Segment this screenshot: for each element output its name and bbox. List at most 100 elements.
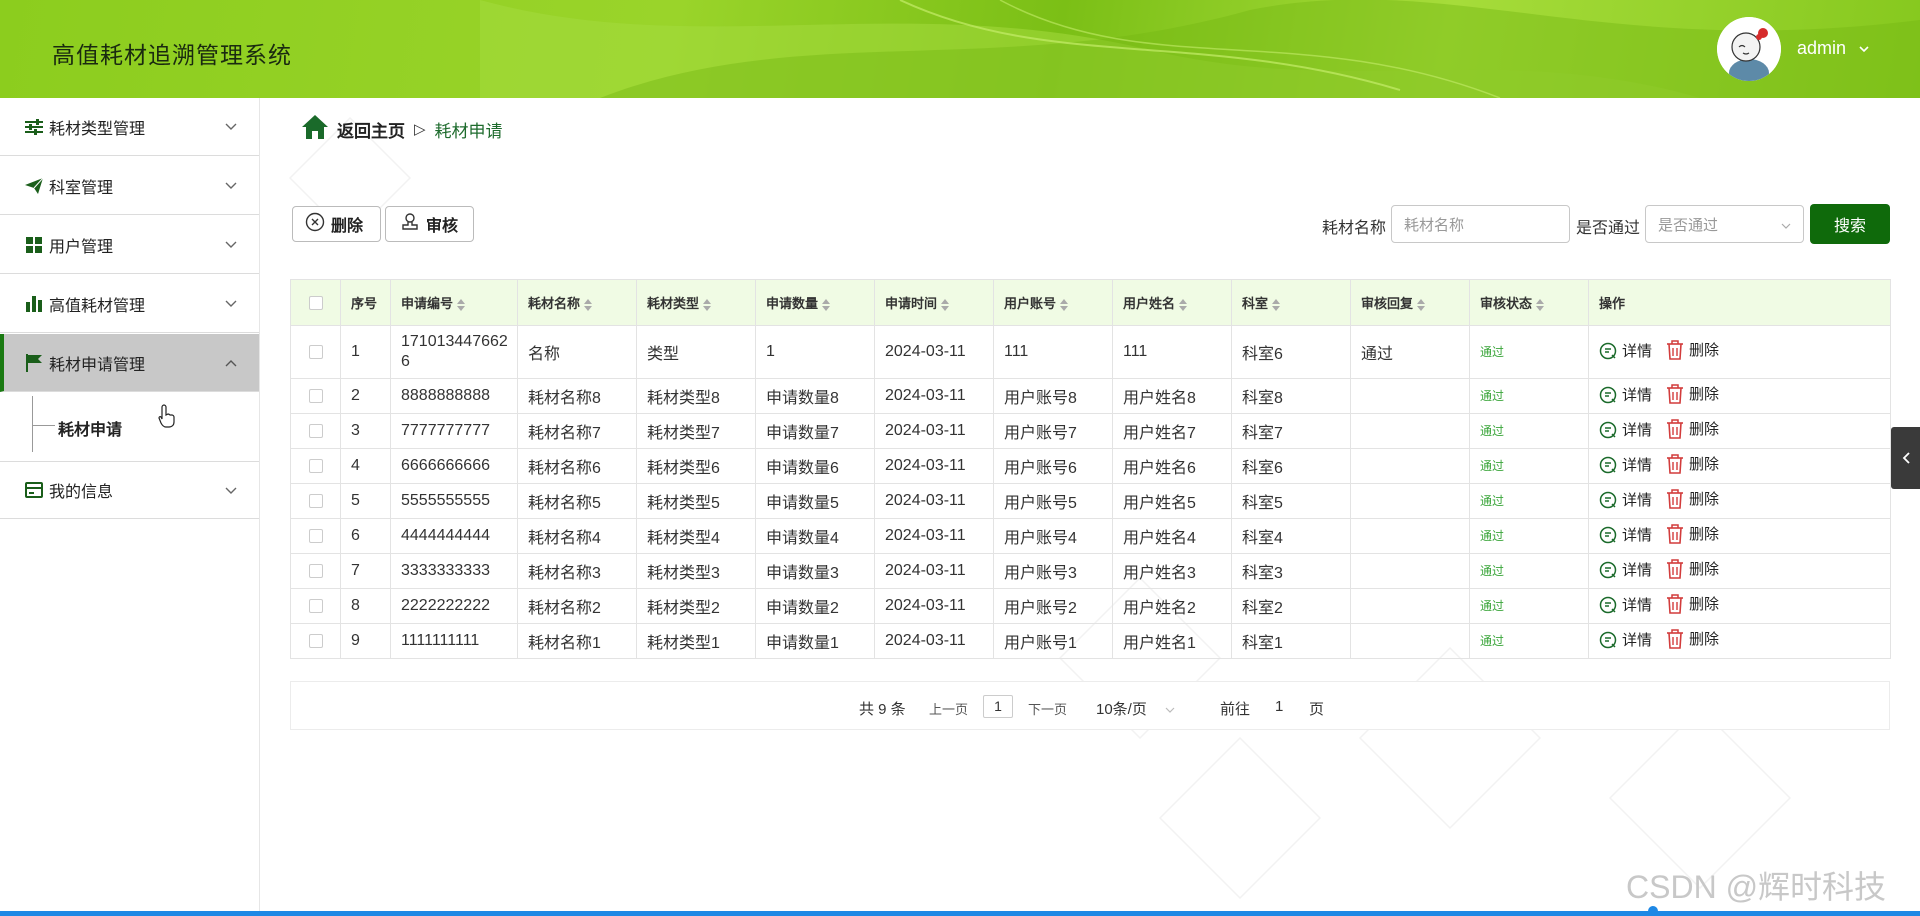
column-header-sortable[interactable]: 审核回复 bbox=[1350, 279, 1470, 326]
sort-icon[interactable] bbox=[822, 298, 831, 311]
prev-page-button[interactable]: 上一页 bbox=[929, 699, 968, 718]
row-checkbox[interactable] bbox=[290, 483, 341, 519]
table-cell: 科室4 bbox=[1231, 518, 1351, 554]
chevron-down-icon bbox=[225, 177, 237, 195]
sort-icon[interactable] bbox=[703, 298, 712, 311]
page-number-1[interactable]: 1 bbox=[983, 695, 1013, 718]
table-cell: 申请数量5 bbox=[766, 495, 839, 512]
sidebar-item-material-type[interactable]: 耗材类型管理 bbox=[0, 98, 259, 156]
button-label: 审核 bbox=[426, 218, 459, 235]
column-title: 申请编号 bbox=[401, 296, 454, 311]
row-delete-button[interactable]: 删除 bbox=[1666, 593, 1719, 614]
row-checkbox[interactable] bbox=[290, 623, 341, 659]
detail-button[interactable]: 详情 bbox=[1599, 454, 1652, 475]
row-checkbox[interactable] bbox=[290, 518, 341, 554]
row-delete-button[interactable]: 删除 bbox=[1666, 453, 1719, 474]
column-header-sortable[interactable]: 申请时间 bbox=[874, 279, 994, 326]
pass-filter-select[interactable]: 是否通过 bbox=[1645, 205, 1804, 243]
detail-button[interactable]: 详情 bbox=[1599, 559, 1652, 580]
goto-page-input[interactable]: 1 bbox=[1275, 698, 1283, 715]
detail-button[interactable]: 详情 bbox=[1599, 629, 1652, 650]
sort-icon[interactable] bbox=[584, 298, 593, 311]
table-cell bbox=[1350, 588, 1470, 624]
row-delete-button[interactable]: 删除 bbox=[1666, 558, 1719, 579]
sidebar-item-label: 耗材申请管理 bbox=[49, 356, 146, 374]
column-header-sortable[interactable]: 用户账号 bbox=[993, 279, 1113, 326]
scrollbar-thumb[interactable] bbox=[1648, 906, 1658, 916]
row-checkbox[interactable] bbox=[290, 553, 341, 589]
column-title: 用户账号 bbox=[1004, 296, 1057, 311]
sidebar-item-department[interactable]: 科室管理 bbox=[0, 157, 259, 215]
column-header-sortable[interactable]: 审核状态 bbox=[1469, 279, 1589, 326]
chevron-down-icon[interactable] bbox=[1165, 700, 1175, 717]
column-header-sortable[interactable]: 申请编号 bbox=[390, 279, 518, 326]
sidebar-item-application[interactable]: 耗材申请管理 bbox=[0, 334, 259, 392]
chevron-down-icon[interactable] bbox=[1859, 40, 1869, 56]
column-header-sortable[interactable]: 用户姓名 bbox=[1112, 279, 1232, 326]
table-cell: 科室1 bbox=[1231, 623, 1351, 659]
row-delete-button[interactable]: 删除 bbox=[1666, 628, 1719, 649]
row-delete-button[interactable]: 删除 bbox=[1666, 488, 1719, 509]
page-size-select[interactable]: 10条/页 bbox=[1096, 698, 1147, 719]
collapse-side-panel-button[interactable] bbox=[1891, 427, 1920, 489]
close-circle-icon bbox=[305, 212, 325, 237]
column-header-sortable[interactable]: 申请数量 bbox=[755, 279, 875, 326]
table-cell: 111 bbox=[993, 325, 1113, 379]
sort-icon[interactable] bbox=[1060, 298, 1069, 311]
table-cell: 6666666666 bbox=[390, 448, 518, 484]
sort-icon[interactable] bbox=[941, 298, 950, 311]
select-all-checkbox[interactable] bbox=[290, 279, 341, 326]
sort-icon[interactable] bbox=[1272, 298, 1281, 311]
row-checkbox[interactable] bbox=[290, 378, 341, 414]
sort-icon[interactable] bbox=[1179, 298, 1188, 311]
table-cell: 5 bbox=[351, 492, 360, 509]
table-cell: 名称 bbox=[517, 325, 637, 379]
row-actions: 详情 删除 bbox=[1588, 483, 1891, 519]
delete-label: 删除 bbox=[1689, 526, 1720, 544]
row-delete-button[interactable]: 删除 bbox=[1666, 339, 1719, 360]
column-header-sortable[interactable]: 耗材名称 bbox=[517, 279, 637, 326]
sidebar-item-high-value-material[interactable]: 高值耗材管理 bbox=[0, 275, 259, 333]
table-cell: 用户姓名1 bbox=[1112, 623, 1232, 659]
bottom-scrollbar[interactable] bbox=[0, 911, 1920, 916]
table-cell: 用户姓名5 bbox=[1112, 483, 1232, 519]
detail-button[interactable]: 详情 bbox=[1599, 489, 1652, 510]
detail-button[interactable]: 详情 bbox=[1599, 419, 1652, 440]
table-cell: 2024-03-11 bbox=[874, 518, 994, 554]
material-name-input[interactable]: 耗材名称 bbox=[1391, 205, 1570, 243]
delete-label: 删除 bbox=[1689, 491, 1720, 509]
row-delete-button[interactable]: 删除 bbox=[1666, 523, 1719, 544]
user-avatar[interactable] bbox=[1717, 17, 1781, 81]
table-cell: 5 bbox=[340, 483, 391, 519]
home-icon[interactable] bbox=[301, 114, 329, 145]
detail-button[interactable]: 详情 bbox=[1599, 594, 1652, 615]
batch-delete-button[interactable]: 删除 bbox=[292, 206, 381, 242]
sort-icon[interactable] bbox=[1536, 298, 1545, 311]
detail-button[interactable]: 详情 bbox=[1599, 340, 1652, 361]
search-detail-icon bbox=[1599, 342, 1617, 359]
sidebar-subitem-application[interactable]: 耗材申请 bbox=[58, 416, 122, 440]
sort-icon[interactable] bbox=[457, 298, 466, 311]
search-button[interactable]: 搜索 bbox=[1810, 204, 1890, 244]
detail-button[interactable]: 详情 bbox=[1599, 524, 1652, 545]
sidebar-item-my-info[interactable]: 我的信息 bbox=[0, 461, 259, 519]
sidebar-item-users[interactable]: 用户管理 bbox=[0, 216, 259, 274]
sort-icon[interactable] bbox=[1417, 298, 1426, 311]
table-cell: 2024-03-11 bbox=[874, 448, 994, 484]
row-delete-button[interactable]: 删除 bbox=[1666, 418, 1719, 439]
status-badge: 通过 bbox=[1480, 634, 1505, 648]
next-page-button[interactable]: 下一页 bbox=[1028, 699, 1067, 718]
tree-line bbox=[32, 396, 33, 452]
row-checkbox[interactable] bbox=[290, 413, 341, 449]
user-name[interactable]: admin bbox=[1797, 38, 1846, 59]
row-checkbox[interactable] bbox=[290, 588, 341, 624]
column-header-sortable[interactable]: 科室 bbox=[1231, 279, 1351, 326]
detail-button[interactable]: 详情 bbox=[1599, 384, 1652, 405]
audit-button[interactable]: 审核 bbox=[385, 206, 474, 242]
table-cell: 申请数量3 bbox=[755, 553, 875, 589]
row-checkbox[interactable] bbox=[290, 325, 341, 379]
row-checkbox[interactable] bbox=[290, 448, 341, 484]
row-delete-button[interactable]: 删除 bbox=[1666, 383, 1719, 404]
breadcrumb-home-link[interactable]: 返回主页 bbox=[337, 117, 405, 142]
column-header-sortable[interactable]: 耗材类型 bbox=[636, 279, 756, 326]
